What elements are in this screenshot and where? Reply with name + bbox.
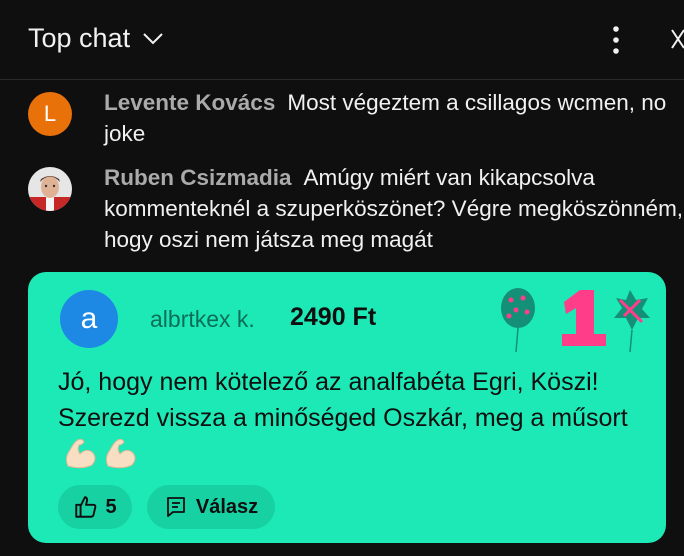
avatar[interactable]: L xyxy=(28,92,72,136)
close-icon[interactable] xyxy=(668,22,684,58)
message-body: Levente Kovács Most végeztem a csillagos … xyxy=(104,87,684,149)
reply-button[interactable]: Válasz xyxy=(147,485,275,529)
avatar-letter: a xyxy=(80,302,98,335)
reply-label: Válasz xyxy=(195,495,259,518)
super-chat-card: a albrtkex k. 2490 Ft Jó, hogy nem kötel… xyxy=(28,272,666,543)
chat-header: Top chat xyxy=(0,0,684,80)
avatar[interactable]: a xyxy=(60,290,118,348)
balloon-one-celebration-icon xyxy=(501,288,650,353)
author-name[interactable]: Ruben Csizmadia xyxy=(104,165,292,190)
chevron-down-icon xyxy=(143,33,163,45)
top-chat-dropdown[interactable]: Top chat xyxy=(28,18,164,58)
author-name[interactable]: albrtkex k. xyxy=(150,306,255,333)
message-body: Ruben Csizmadia Amúgy miért van kikapcsol… xyxy=(104,162,684,255)
author-name[interactable]: Levente Kovács xyxy=(104,90,275,115)
flexed-biceps-icon xyxy=(65,438,96,469)
comment-icon xyxy=(166,497,185,517)
super-chat-amount: 2490 Ft xyxy=(290,303,377,331)
like-count: 5 xyxy=(105,495,117,518)
super-chat-message: Jó, hogy nem kötelező az analfabéta Egri… xyxy=(58,364,648,472)
avatar-letter: L xyxy=(43,101,57,126)
thumbs-up-icon xyxy=(75,496,97,518)
flexed-biceps-icon xyxy=(105,438,136,469)
more-vertical-icon[interactable] xyxy=(603,22,629,58)
like-button[interactable]: 5 xyxy=(58,485,132,529)
message-text: Jó, hogy nem kötelező az analfabéta Egri… xyxy=(58,368,628,432)
avatar[interactable] xyxy=(28,167,72,211)
user-photo-avatar xyxy=(28,167,72,211)
chat-mode-label: Top chat xyxy=(28,22,131,53)
